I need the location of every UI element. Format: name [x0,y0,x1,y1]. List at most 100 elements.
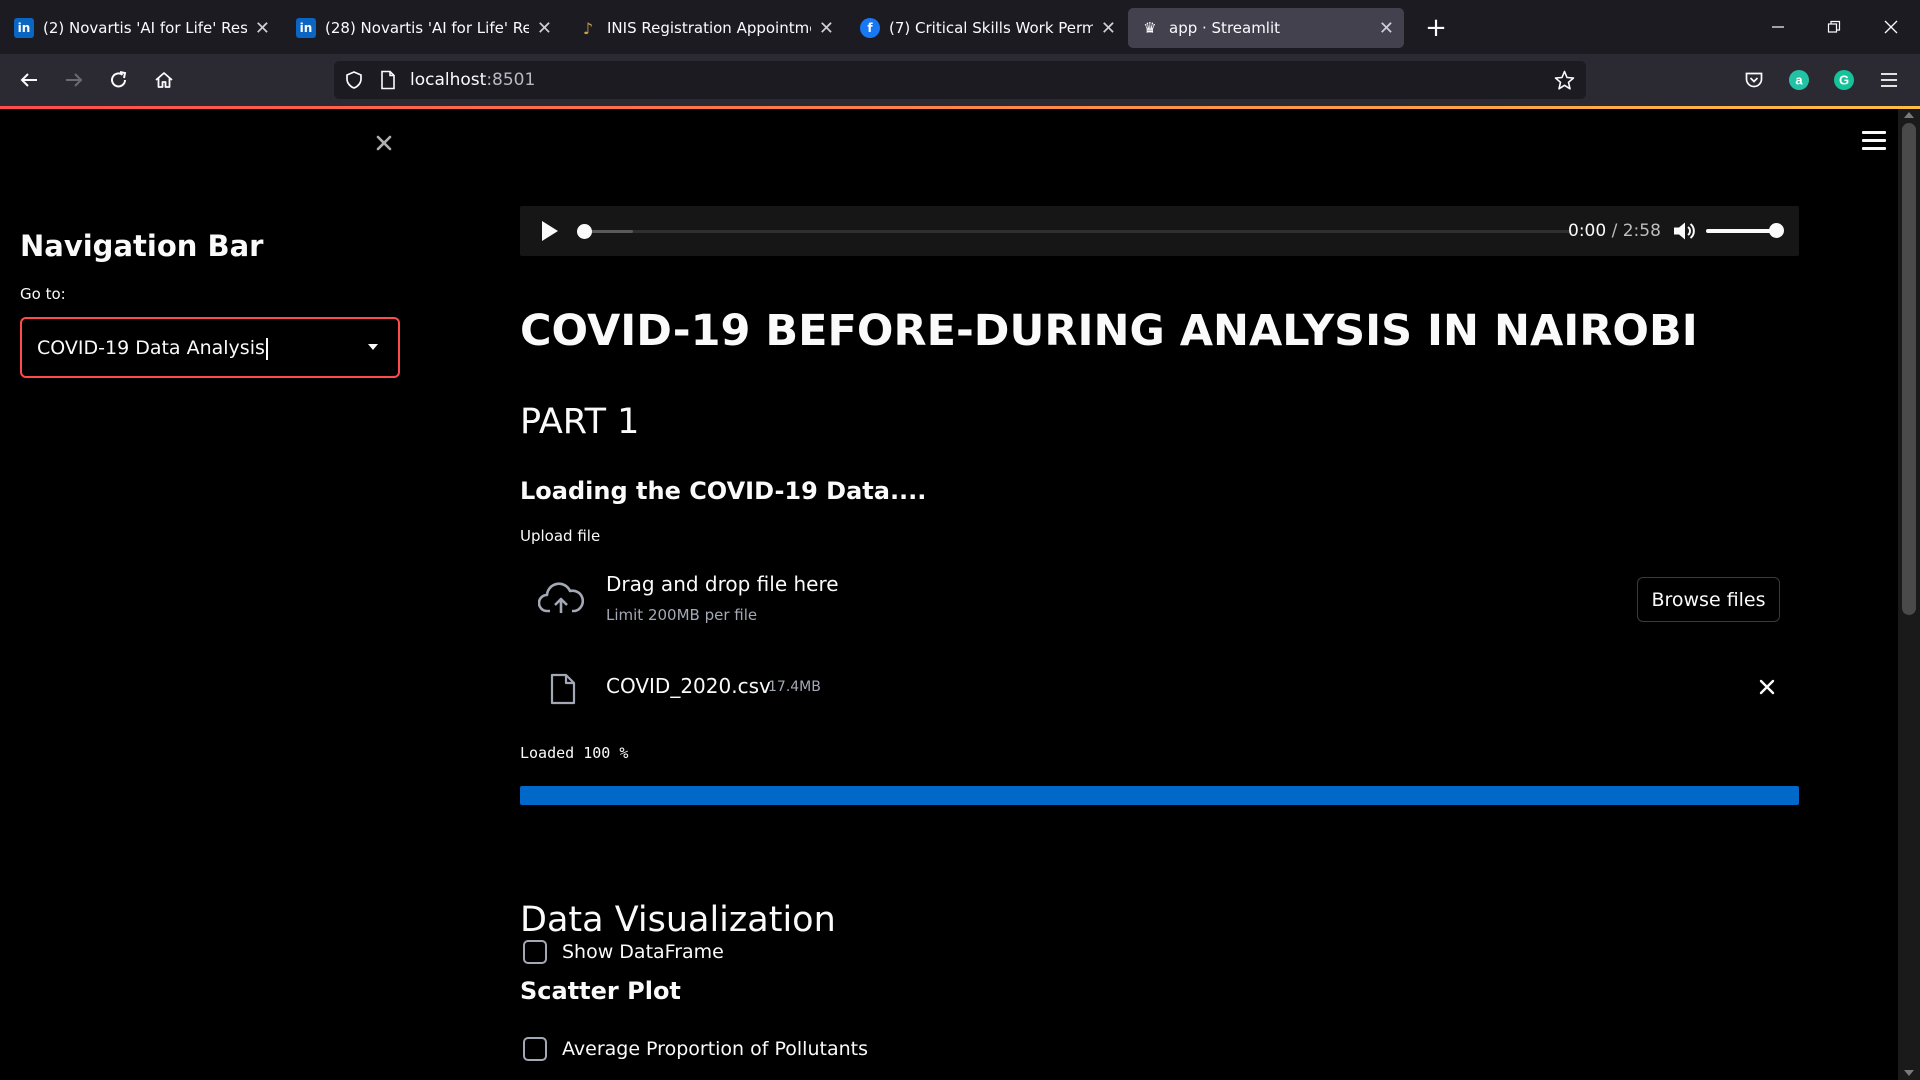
progress-fill [520,786,1799,805]
arrow-right-icon [66,73,83,87]
checkbox-box[interactable] [523,1037,547,1061]
extension-a-button[interactable]: a [1782,63,1816,97]
close-window-button[interactable] [1868,10,1914,44]
loaded-status: Loaded 100 % [520,744,629,762]
checkbox-label: Show DataFrame [562,941,724,963]
dropzone-limit: Limit 200MB per file [606,606,758,624]
home-icon [155,72,173,88]
amazon-assistant-icon: a [1789,70,1809,90]
audio-seek-thumb[interactable] [577,224,592,239]
scroll-up-icon[interactable] [1904,112,1914,118]
select-value: COVID-19 Data Analysis [37,337,265,359]
audio-seek-bar[interactable] [581,230,1573,233]
tab-close-icon[interactable]: ✕ [255,18,270,39]
sidebar-title: Navigation Bar [20,229,264,263]
browser-tab-facebook[interactable]: f (7) Critical Skills Work Permit Ire ✕ [848,8,1126,48]
linkedin-icon: in [14,18,34,38]
restore-icon [1827,20,1841,33]
reload-icon [111,71,127,88]
scrollbar-thumb[interactable] [1902,123,1916,615]
chevron-down-icon[interactable] [368,344,378,350]
sidebar-collapse-button[interactable] [370,129,398,157]
dropzone-title: Drag and drop file here [606,572,839,596]
tab-title: INIS Registration Appointment [607,19,811,37]
minimize-icon [1772,26,1784,28]
back-button[interactable] [12,63,46,97]
tab-title: (28) Novartis 'AI for Life' Reside [325,19,529,37]
visualization-heading: Data Visualization [520,900,836,940]
reload-button[interactable] [102,63,136,97]
part-heading: PART 1 [520,402,640,442]
page-select[interactable]: COVID-19 Data Analysis [20,317,400,378]
file-name: COVID_2020.csv [606,674,771,698]
pocket-icon [1745,72,1763,88]
url-host: localhost [410,70,487,90]
address-bar[interactable]: localhost:8501 [334,61,1586,99]
url-text: localhost:8501 [410,70,535,90]
loading-heading: Loading the COVID-19 Data.... [520,477,927,505]
page-title: COVID-19 BEFORE-DURING ANALYSIS IN NAIRO… [520,306,1698,356]
url-port: :8501 [486,70,536,90]
audio-time: 0:00 / 2:58 [1568,221,1661,241]
grammarly-icon: G [1834,70,1854,90]
menu-icon [1881,73,1897,87]
browser-toolbar: localhost:8501 a G [0,54,1920,106]
checkbox-label: Average Proportion of Pollutants [562,1038,868,1060]
pollutants-checkbox[interactable]: Average Proportion of Pollutants [520,1034,868,1064]
tab-title: app · Streamlit [1169,19,1281,37]
tab-title: (7) Critical Skills Work Permit Ire [889,19,1093,37]
page-scrollbar[interactable] [1898,109,1920,1080]
grammarly-button[interactable]: G [1827,63,1861,97]
play-icon[interactable] [542,221,558,241]
browser-menu-button[interactable] [1872,63,1906,97]
upload-label: Upload file [520,527,601,545]
streamlit-app: Navigation Bar Go to: COVID-19 Data Anal… [0,109,1920,1080]
streamlit-icon: ♛ [1143,19,1157,37]
volume-slider[interactable] [1706,229,1776,233]
show-dataframe-checkbox[interactable]: Show DataFrame [520,937,724,967]
page-icon [381,70,395,90]
forward-button[interactable] [57,63,91,97]
browser-tab-novartis-1[interactable]: in (2) Novartis 'AI for Life' Residen ✕ [2,8,280,48]
svg-text:G: G [1839,73,1849,88]
cloud-upload-icon [538,582,584,613]
shield-icon [346,71,362,89]
pocket-button[interactable] [1737,63,1771,97]
tab-close-icon[interactable]: ✕ [1379,18,1394,39]
tab-close-icon[interactable]: ✕ [1101,18,1116,39]
browse-files-button[interactable]: Browse files [1637,577,1780,622]
harp-icon: ♪ [582,18,594,38]
menu-icon-bar [1862,147,1886,150]
browser-tab-streamlit[interactable]: ♛ app · Streamlit ✕ [1128,8,1404,48]
remove-file-icon[interactable] [1756,676,1778,698]
file-icon [550,673,576,705]
uploaded-file: COVID_2020.csv 17.4MB [520,658,1799,714]
sidebar: Navigation Bar Go to: COVID-19 Data Anal… [0,109,410,1080]
audio-player: 0:00 / 2:58 [520,206,1799,256]
minimize-button[interactable] [1755,10,1801,44]
tab-close-icon[interactable]: ✕ [819,18,834,39]
menu-icon-bar [1862,139,1886,142]
file-size: 17.4MB [768,679,821,695]
browser-tab-novartis-2[interactable]: in (28) Novartis 'AI for Life' Reside ✕ [284,8,562,48]
menu-icon-bar [1862,131,1886,134]
select-label: Go to: [20,285,66,303]
scroll-down-icon[interactable] [1904,1070,1914,1076]
volume-thumb[interactable] [1769,223,1784,238]
volume-icon[interactable] [1672,220,1696,242]
progress-bar [520,786,1799,805]
scatter-heading: Scatter Plot [520,977,681,1005]
arrow-left-icon [20,73,37,87]
select-value-wrap: COVID-19 Data Analysis [37,337,268,360]
restore-button[interactable] [1811,10,1857,44]
browser-tab-inis[interactable]: ♪ INIS Registration Appointment ✕ [566,8,844,48]
app-menu-button[interactable] [1862,131,1886,151]
linkedin-icon: in [296,18,316,38]
tab-close-icon[interactable]: ✕ [537,18,552,39]
home-button[interactable] [147,63,181,97]
checkbox-box[interactable] [523,940,547,964]
file-dropzone[interactable]: Drag and drop file here Limit 200MB per … [520,562,1799,644]
bookmark-star-icon[interactable] [1554,70,1575,91]
close-icon [1884,20,1898,34]
new-tab-button[interactable]: + [1418,10,1454,46]
